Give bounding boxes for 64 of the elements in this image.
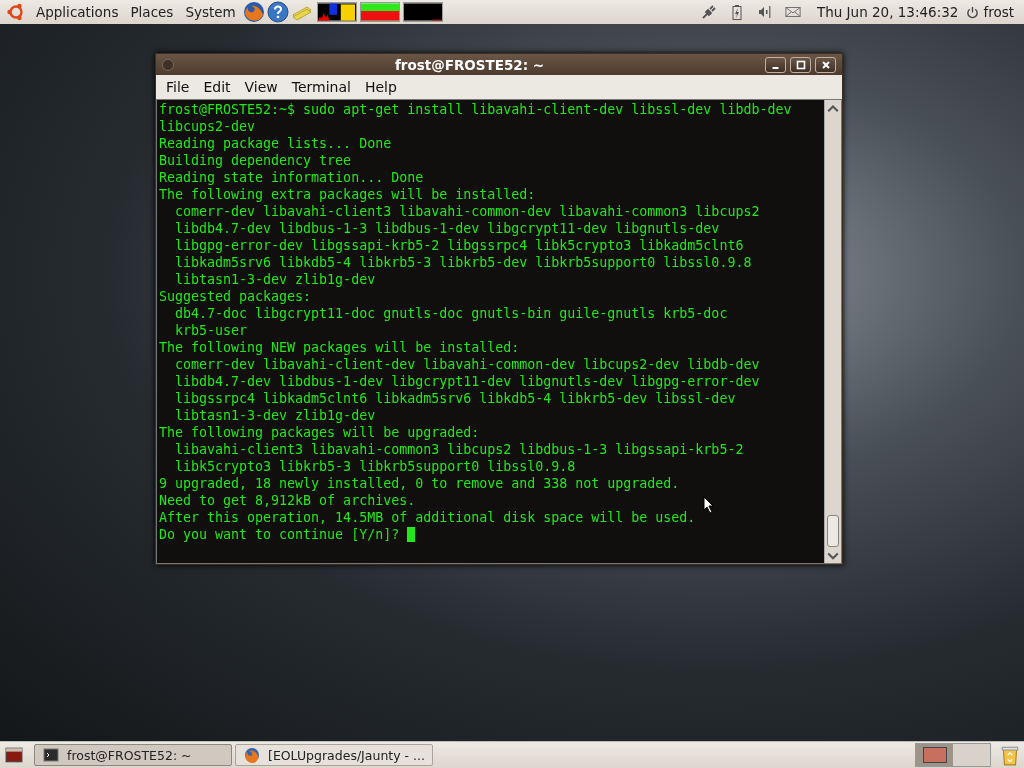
firefox-icon <box>244 747 260 763</box>
terminal-line: Reading state information... Done <box>159 169 424 186</box>
menu-item[interactable]: View <box>237 79 285 95</box>
close-button[interactable] <box>815 56 836 73</box>
scrollbar-thumb[interactable] <box>827 515 839 547</box>
show-desktop-icon[interactable] <box>5 747 23 763</box>
terminal-line: The following packages will be upgraded: <box>159 424 480 441</box>
menu-item[interactable]: Terminal <box>284 79 358 95</box>
terminal-line: Suggested packages: <box>159 288 312 305</box>
volume-icon[interactable] <box>756 4 773 20</box>
terminal-line: comerr-dev libavahi-client3 libavahi-common-dev libavahi-common3 libcups2 <box>174 203 760 220</box>
mail-icon[interactable] <box>784 4 801 20</box>
terminal-line: libk5crypto3 libkrb5-3 libkrb5support0 libssl0.9.8 <box>174 458 576 475</box>
workspace-switcher-item[interactable] <box>953 744 990 766</box>
user-menu[interactable]: frost <box>966 4 1020 20</box>
help-icon[interactable] <box>266 1 289 23</box>
ubuntu-logo-icon[interactable] <box>6 2 26 22</box>
terminal-line: db4.7-doc libgcrypt11-doc gnutls-doc gnutls-bin guile-gnutls krb5-doc <box>174 305 728 322</box>
terminal-line: libtasn1-3-dev zlib1g-dev <box>174 271 376 288</box>
minimize-icon <box>772 66 779 69</box>
terminal-line: libavahi-client3 libavahi-common3 libcups2 libdbus-1-3 libgssapi-krb5-2 <box>174 441 744 458</box>
firefox-icon[interactable] <box>242 1 265 23</box>
taskbar-button[interactable]: frost@FROSTE52: ~ <box>34 744 232 766</box>
terminal-line: libdb4.7-dev libdbus-1-3 libdbus-1-dev libgcrypt11-dev libgnutls-dev <box>174 220 720 237</box>
clock[interactable]: Thu Jun 20, 13:46:32 <box>806 4 967 20</box>
power-icon <box>966 5 980 19</box>
panel-menu[interactable]: Places <box>124 4 180 20</box>
terminal-line: libtasn1-3-dev zlib1g-dev <box>174 407 376 424</box>
close-icon <box>820 59 831 70</box>
cpu-monitor-graph[interactable] <box>316 2 357 22</box>
terminal-line: Reading package lists... Done <box>159 135 392 152</box>
terminal-line: krb5-user <box>174 322 248 339</box>
terminal-line: libgpg-error-dev libgssapi-krb5-2 libgssrpc4 libk5crypto3 libkadm5clnt6 <box>174 237 744 254</box>
panel-menu[interactable]: Applications <box>30 4 125 20</box>
terminal-line: libkadm5srv6 libkdb5-4 libkrb5-3 libkrb5-dev libkrb5support0 libssl0.9.8 <box>174 254 752 271</box>
menu-item[interactable]: File <box>159 79 197 95</box>
window-title: frost@FROSTE52: ~ <box>393 56 546 73</box>
minimize-button[interactable] <box>765 56 786 73</box>
menu-item[interactable]: Edit <box>196 79 238 95</box>
terminal-line: 9 upgraded, 18 newly installed, 0 to remove and 338 not upgraded. <box>159 475 680 492</box>
taskbar-button[interactable]: [EOLUpgrades/Jaunty - ... <box>235 744 433 766</box>
panel-menu[interactable]: System <box>179 4 242 20</box>
terminal-line: libdb4.7-dev libdbus-1-dev libgcrypt11-dev libgnutls-dev libgpg-error-dev <box>174 373 760 390</box>
scrollbar[interactable] <box>824 100 841 563</box>
maximize-icon <box>795 59 806 70</box>
network-monitor-graph[interactable] <box>402 2 443 22</box>
terminal-line: comerr-dev libavahi-client-dev libavahi-common-dev libcups2-dev libdb-dev <box>174 356 760 373</box>
mouse-pointer-icon <box>703 496 715 514</box>
terminal-line: Need to get 8,912kB of archives. <box>159 492 416 509</box>
terminal-icon <box>43 747 59 763</box>
terminal-line: The following extra packages will be installed: <box>159 186 536 203</box>
network-plug-icon[interactable] <box>700 4 717 20</box>
menu-item[interactable]: Help <box>357 79 404 95</box>
terminal-line: After this operation, 14.5MB of additional disk space will be used. <box>159 509 696 526</box>
maximize-button[interactable] <box>790 56 811 73</box>
terminal-line: libcups2-dev <box>159 118 256 135</box>
terminal-line: Building dependency tree <box>159 152 352 169</box>
terminal-line: frost@FROSTE52:~$ sudo apt-get install libavahi-client-dev libssl-dev libdb-dev <box>159 101 792 118</box>
trash-icon[interactable] <box>1000 744 1020 766</box>
workspace-switcher-item[interactable] <box>916 744 953 766</box>
terminal-line: libgssrpc4 libkadm5clnt6 libkadm5srv6 libkdb5-4 libkrb5-dev libssl-dev <box>174 390 736 407</box>
terminal-line: Do you want to continue [Y/n]? <box>159 526 400 543</box>
terminal-line: The following NEW packages will be installed: <box>159 339 520 356</box>
text-cursor <box>407 527 416 542</box>
